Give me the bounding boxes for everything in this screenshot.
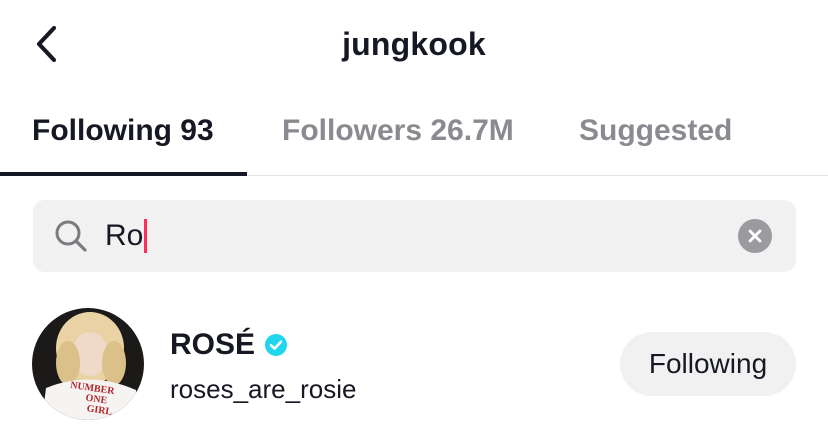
page-title: jungkook	[342, 26, 486, 62]
search-input-value: Ro	[105, 219, 144, 252]
active-tab-indicator	[0, 172, 247, 176]
avatar[interactable]: NUMBER ONE GIRL	[32, 308, 144, 420]
search-icon	[55, 220, 87, 252]
search-bar[interactable]: Ro	[33, 200, 796, 272]
list-item[interactable]: NUMBER ONE GIRL ROSÉ roses_are_rosie Fol…	[0, 300, 828, 430]
search-input[interactable]: Ro	[105, 200, 148, 272]
username-handle: roses_are_rosie	[170, 374, 357, 404]
verified-badge-icon	[265, 334, 288, 356]
clear-search-button[interactable]	[738, 219, 772, 253]
clear-icon	[748, 229, 762, 243]
top-bar: jungkook	[0, 0, 828, 90]
tab-followers[interactable]: Followers 26.7M	[282, 114, 514, 148]
display-name: ROSÉ	[170, 328, 288, 362]
tab-following[interactable]: Following 93	[32, 114, 214, 148]
avatar-image: NUMBER ONE GIRL	[32, 308, 144, 420]
text-caret	[144, 219, 148, 253]
display-name-text: ROSÉ	[170, 328, 256, 361]
tab-suggested[interactable]: Suggested	[579, 114, 732, 148]
tab-bar: Following 93 Followers 26.7M Suggested	[0, 100, 828, 176]
following-button[interactable]: Following	[620, 332, 796, 396]
